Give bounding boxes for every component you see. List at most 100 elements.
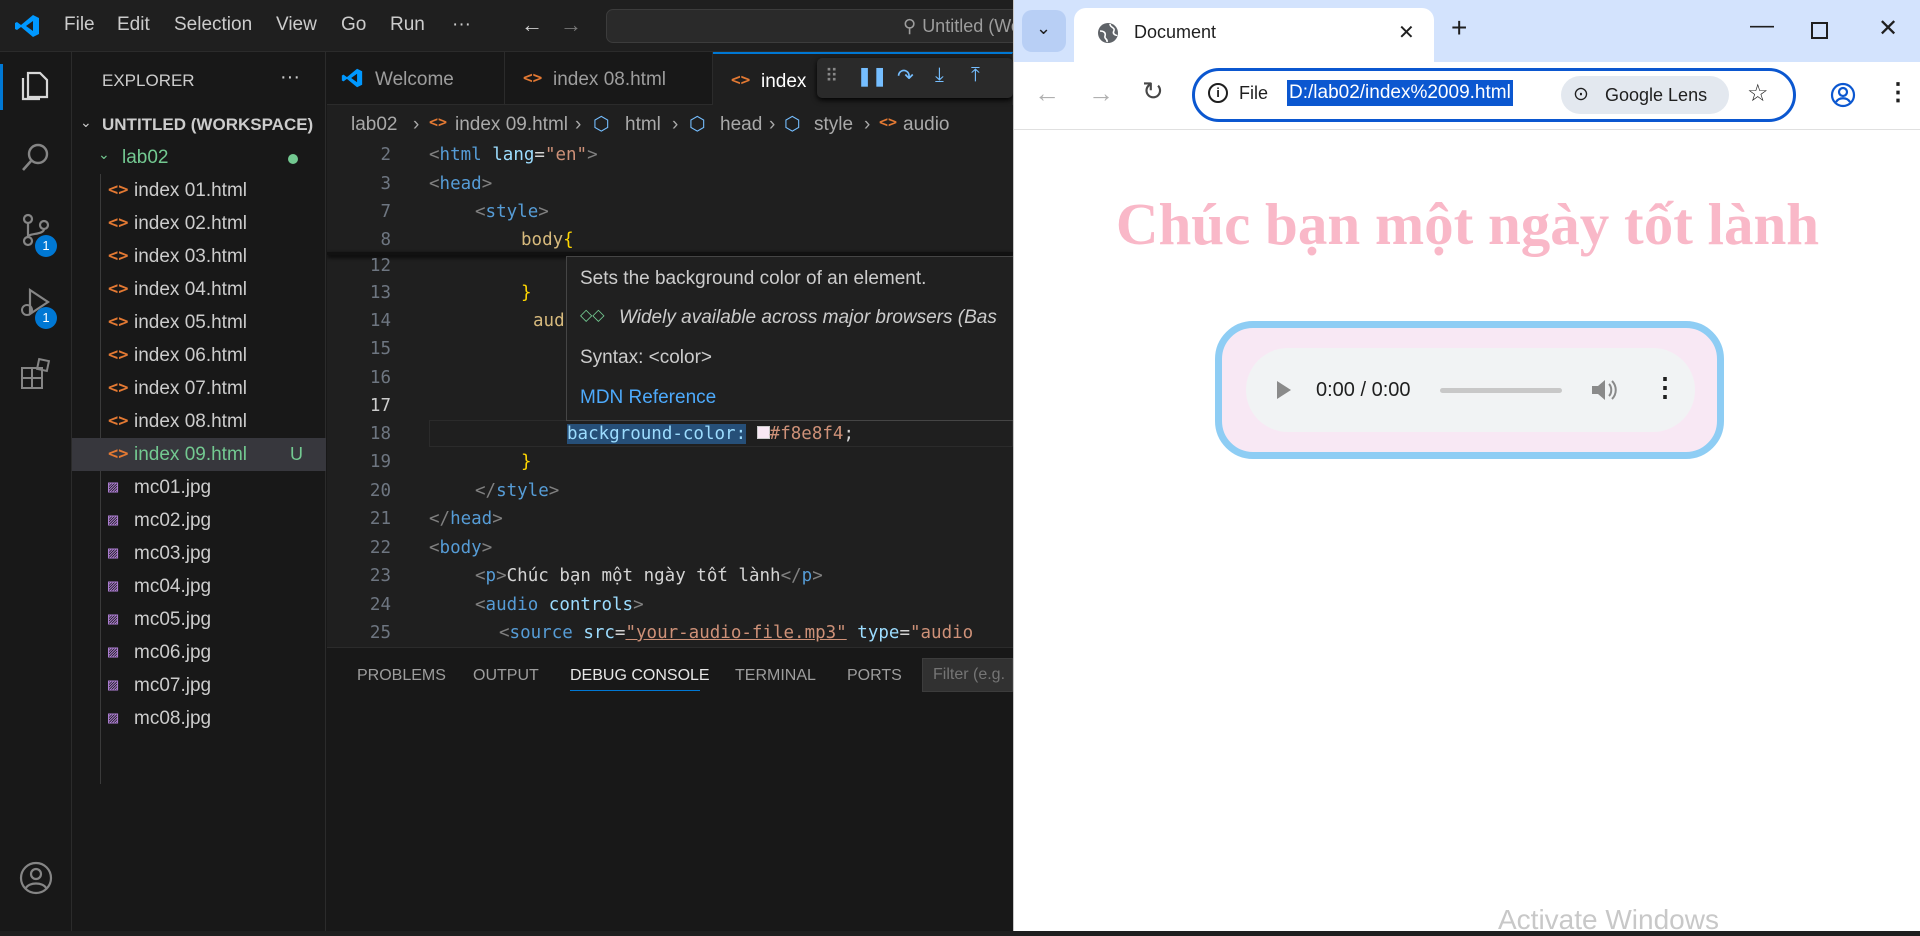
menu-go[interactable]: Go bbox=[341, 14, 366, 36]
file-name: index 08.html bbox=[134, 411, 248, 432]
file-item[interactable]: ▨ mc08.jpg bbox=[72, 702, 326, 735]
file-item[interactable]: <> index 02.html bbox=[72, 207, 326, 240]
url-text[interactable]: D:/lab02/index%2009.html bbox=[1287, 80, 1513, 106]
breadcrumb-lab02[interactable]: lab02 bbox=[351, 114, 398, 136]
browser-toolbar: ← → ↻ i File D:/lab02/index%2009.html ⊙ … bbox=[1014, 62, 1920, 130]
html-file-icon: <> bbox=[731, 70, 751, 89]
menu-file[interactable]: File bbox=[64, 14, 95, 36]
explorer-icon[interactable] bbox=[18, 68, 54, 104]
command-center[interactable]: ⚲Untitled (Workspace) bbox=[606, 9, 1026, 43]
kebab-menu-icon[interactable]: ⋮ bbox=[1886, 78, 1910, 107]
account-icon[interactable] bbox=[18, 860, 54, 896]
tab-problems[interactable]: PROBLEMS bbox=[357, 667, 446, 685]
chrome-window: ⌄ Document ✕ + — ✕ ← → ↻ i File D:/lab02… bbox=[1013, 0, 1920, 935]
file-name: index 09.html bbox=[134, 444, 248, 465]
step-into-icon[interactable]: ⤓ bbox=[935, 64, 944, 87]
tab-output[interactable]: OUTPUT bbox=[473, 667, 539, 685]
close-tab-icon[interactable]: ✕ bbox=[1398, 20, 1415, 45]
search-icon[interactable] bbox=[18, 140, 54, 176]
menu-run[interactable]: Run bbox=[390, 14, 425, 36]
step-over-icon[interactable]: ↷ bbox=[897, 64, 914, 89]
file-item[interactable]: ▨ mc01.jpg bbox=[72, 471, 326, 504]
file-item[interactable]: ▨ mc06.jpg bbox=[72, 636, 326, 669]
forward-icon[interactable]: → bbox=[1088, 78, 1114, 109]
info-icon[interactable]: i bbox=[1208, 83, 1228, 103]
file-item[interactable]: ▨ mc03.jpg bbox=[72, 537, 326, 570]
filter-input[interactable] bbox=[922, 658, 1013, 692]
code-line: <style> bbox=[475, 202, 549, 222]
file-name: mc03.jpg bbox=[134, 543, 212, 564]
play-icon[interactable] bbox=[1276, 380, 1292, 400]
html-file-icon: <> bbox=[108, 312, 129, 332]
address-bar[interactable]: i File D:/lab02/index%2009.html ⊙ Google… bbox=[1192, 68, 1796, 122]
breadcrumb-file[interactable]: index 09.html bbox=[455, 114, 568, 136]
tab-document[interactable]: Document ✕ bbox=[1074, 8, 1434, 62]
workspace-header[interactable]: ⌄ UNTITLED (WORKSPACE) bbox=[72, 108, 326, 140]
audio-player[interactable]: 0:00 / 0:00 ⋮ bbox=[1246, 348, 1695, 432]
drag-handle-icon[interactable]: ⠿ bbox=[825, 66, 838, 87]
menu-selection[interactable]: Selection bbox=[174, 14, 252, 36]
breadcrumb-separator: › bbox=[672, 114, 679, 135]
hover-syntax: Syntax: <color> bbox=[580, 347, 713, 368]
explorer-more-icon[interactable]: ··· bbox=[280, 66, 300, 89]
step-out-icon[interactable]: ⤒ bbox=[971, 64, 980, 87]
file-item[interactable]: <> index 08.html bbox=[72, 405, 326, 438]
breadcrumb-head[interactable]: head bbox=[720, 114, 762, 136]
file-item[interactable]: ▨ mc04.jpg bbox=[72, 570, 326, 603]
tab-welcome[interactable]: Welcome bbox=[327, 52, 505, 105]
breadcrumb-style[interactable]: style bbox=[814, 114, 853, 136]
site-info-label[interactable]: File bbox=[1239, 83, 1268, 104]
bookmark-star-icon[interactable]: ☆ bbox=[1747, 79, 1769, 108]
explorer-title: EXPLORER bbox=[102, 71, 195, 90]
file-name: index 07.html bbox=[134, 378, 248, 399]
audio-options-icon[interactable]: ⋮ bbox=[1652, 372, 1678, 403]
file-item[interactable]: <> index 04.html bbox=[72, 273, 326, 306]
google-lens-chip[interactable]: ⊙ Google Lens bbox=[1561, 76, 1729, 114]
profile-icon[interactable] bbox=[1830, 82, 1856, 108]
file-item[interactable]: ▨ mc07.jpg bbox=[72, 669, 326, 702]
new-tab-icon[interactable]: + bbox=[1451, 14, 1467, 42]
tab-search-button[interactable]: ⌄ bbox=[1022, 10, 1066, 52]
back-icon[interactable]: ← bbox=[1034, 78, 1060, 109]
close-window-icon[interactable]: ✕ bbox=[1878, 14, 1898, 43]
editor-tabs: Welcome <> index 08.html <> index ⠿ ❚❚ ↷… bbox=[327, 52, 1013, 105]
tab-terminal[interactable]: TERMINAL bbox=[735, 667, 816, 685]
html-file-icon: <> bbox=[108, 345, 129, 365]
breadcrumb-audio[interactable]: audio bbox=[903, 114, 950, 136]
file-item[interactable]: ▨ mc05.jpg bbox=[72, 603, 326, 636]
menu-more[interactable]: ··· bbox=[452, 14, 471, 36]
tab-debug-console[interactable]: DEBUG CONSOLE bbox=[570, 667, 710, 685]
file-name: index 03.html bbox=[134, 246, 248, 267]
code-line: <audio controls> bbox=[475, 595, 644, 615]
menu-view[interactable]: View bbox=[276, 14, 317, 36]
file-item[interactable]: <> index 09.html U bbox=[72, 438, 326, 471]
tab-index-08[interactable]: <> index 08.html bbox=[505, 52, 713, 105]
back-arrow-icon[interactable]: ← bbox=[521, 12, 543, 38]
audio-progress-bar[interactable] bbox=[1440, 388, 1562, 393]
file-item[interactable]: <> index 07.html bbox=[72, 372, 326, 405]
menu-edit[interactable]: Edit bbox=[117, 14, 150, 36]
folder-label: lab02 bbox=[122, 147, 169, 168]
maximize-icon[interactable] bbox=[1811, 22, 1828, 39]
file-item[interactable]: <> index 05.html bbox=[72, 306, 326, 339]
mdn-reference-link[interactable]: MDN Reference bbox=[580, 387, 716, 409]
file-item[interactable]: <> index 03.html bbox=[72, 240, 326, 273]
forward-arrow-icon[interactable]: → bbox=[560, 12, 582, 38]
symbol-icon: ⬡ bbox=[593, 114, 610, 135]
file-item[interactable]: <> index 01.html bbox=[72, 174, 326, 207]
file-item[interactable]: ▨ mc02.jpg bbox=[72, 504, 326, 537]
reload-icon[interactable]: ↻ bbox=[1142, 76, 1164, 107]
image-file-icon: ▨ bbox=[108, 642, 119, 662]
file-item[interactable]: <> index 06.html bbox=[72, 339, 326, 372]
sticky-scroll-shadow bbox=[327, 252, 1013, 255]
pause-icon[interactable]: ❚❚ bbox=[857, 66, 887, 87]
symbol-icon: ⬡ bbox=[689, 114, 706, 135]
extensions-icon[interactable] bbox=[18, 356, 54, 392]
breadcrumb-html[interactable]: html bbox=[625, 114, 661, 136]
tab-ports[interactable]: PORTS bbox=[847, 667, 902, 685]
volume-icon[interactable] bbox=[1590, 378, 1618, 402]
image-file-icon: ▨ bbox=[108, 477, 119, 497]
folder-lab02[interactable]: ⌄ lab02 bbox=[72, 141, 326, 173]
minimize-icon[interactable]: — bbox=[1750, 12, 1774, 40]
color-swatch[interactable] bbox=[756, 426, 770, 439]
